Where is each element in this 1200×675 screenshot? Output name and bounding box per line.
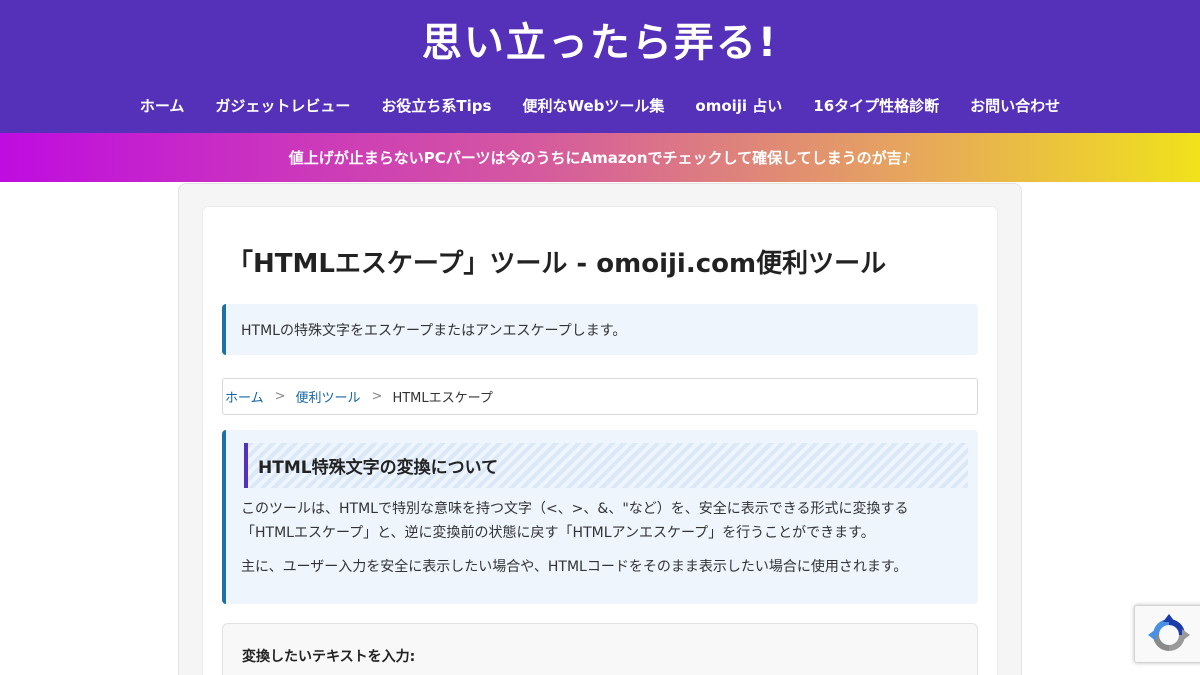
lead-text: HTMLの特殊文字をエスケープまたはアンエスケープします。 xyxy=(241,322,627,339)
global-nav: ホーム ガジェットレビュー お役立ち系Tips 便利なWebツール集 omoij… xyxy=(0,88,1200,122)
page-title: 「HTMLエスケープ」ツール - omoiji.com便利ツール xyxy=(227,249,887,279)
nav-item-personality[interactable]: 16タイプ性格診断 xyxy=(813,95,939,116)
notice-text[interactable]: 値上げが止まらないPCパーツは今のうちにAmazonでチェックして確保してしまう… xyxy=(289,147,911,168)
input-label: 変換したいテキストを入力: xyxy=(242,649,416,665)
breadcrumb-separator: > xyxy=(274,389,286,404)
breadcrumb-tools-link[interactable]: 便利ツール xyxy=(296,387,361,406)
breadcrumb-separator: > xyxy=(371,389,383,404)
notice-bar[interactable]: 値上げが止まらないPCパーツは今のうちにAmazonでチェックして確保してしまう… xyxy=(0,133,1200,182)
nav-item-tips[interactable]: お役立ち系Tips xyxy=(381,95,491,116)
breadcrumb: ホーム > 便利ツール > HTMLエスケープ xyxy=(222,378,978,415)
about-heading: HTML特殊文字の変換について xyxy=(244,443,968,488)
nav-item-contact[interactable]: お問い合わせ xyxy=(970,95,1060,116)
site-title[interactable]: 思い立ったら弄る! xyxy=(0,14,1200,72)
recaptcha-icon xyxy=(1148,614,1190,651)
breadcrumb-home-link[interactable]: ホーム xyxy=(225,387,264,406)
about-paragraph-line2: 「HTMLエスケープ」と、逆に変換前の状態に戻す「HTMLアンエスケープ」を行う… xyxy=(241,525,875,541)
nav-item-fortune[interactable]: omoiji 占い xyxy=(695,95,782,116)
recaptcha-badge[interactable] xyxy=(1134,605,1200,663)
breadcrumb-current: HTMLエスケープ xyxy=(392,391,493,406)
nav-item-home[interactable]: ホーム xyxy=(140,95,185,116)
site-header: 思い立ったら弄る! ホーム ガジェットレビュー お役立ち系Tips 便利なWeb… xyxy=(0,0,1200,133)
about-paragraph-line1: このツールは、HTMLで特別な意味を持つ文字（<、>、&、"など）を、安全に表示… xyxy=(241,501,909,517)
nav-item-gadget-review[interactable]: ガジェットレビュー xyxy=(215,95,350,116)
input-section: 変換したいテキストを入力: xyxy=(222,623,978,675)
lead-box: HTMLの特殊文字をエスケープまたはアンエスケープします。 xyxy=(222,304,978,355)
about-section: HTML特殊文字の変換について このツールは、HTMLで特別な意味を持つ文字（<… xyxy=(222,430,978,604)
nav-item-web-tools[interactable]: 便利なWebツール集 xyxy=(522,95,664,116)
about-paragraph-2: 主に、ユーザー入力を安全に表示したい場合や、HTMLコードをそのまま表示したい場… xyxy=(241,559,908,575)
